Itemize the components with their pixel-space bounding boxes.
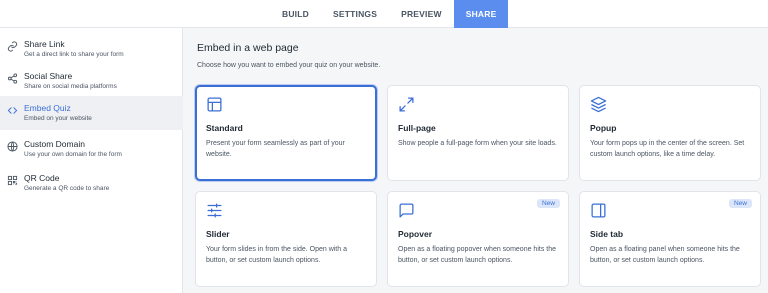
card-title: Popup [590, 123, 617, 133]
embed-option-popover[interactable]: New Popover Open as a floating popover w… [387, 191, 569, 287]
tab-share[interactable]: SHARE [453, 0, 509, 28]
sidebar-item-qr-code[interactable]: QR Code Generate a QR code to share [0, 166, 183, 200]
new-badge: New [728, 199, 752, 208]
layers-icon [590, 96, 607, 113]
sidebar-item-title: Embed Quiz [24, 103, 71, 113]
card-description: Present your form seamlessly as part of … [206, 140, 345, 158]
embed-option-slider[interactable]: Slider Your form slides in from the side… [195, 191, 377, 287]
card-title: Side tab [590, 229, 624, 239]
sidebar-item-subtitle: Embed on your website [24, 115, 92, 122]
sidebar-item-embed-quiz[interactable]: Embed Quiz Embed on your website [0, 96, 183, 130]
sidebar-item-social-share[interactable]: Social Share Share on social media platf… [0, 64, 183, 98]
card-title: Standard [206, 123, 243, 133]
page-subtitle: Choose how you want to embed your quiz o… [197, 62, 381, 69]
code-icon [7, 105, 18, 116]
embed-panel: Embed in a web page Choose how you want … [183, 28, 768, 293]
card-title: Popover [398, 229, 433, 239]
share-icon [7, 73, 18, 84]
sidebar-item-title: Custom Domain [24, 139, 85, 149]
expand-icon [398, 96, 415, 113]
card-title: Slider [206, 229, 230, 239]
sidebar-panel-icon [590, 202, 607, 219]
globe-icon [7, 141, 18, 152]
new-badge: New [536, 199, 560, 208]
card-description: Your form pops up in the center of the s… [590, 140, 745, 158]
top-navigation-bar: BUILD SETTINGS PREVIEW SHARE [0, 0, 768, 28]
embed-option-full-page[interactable]: Full-page Show people a full-page form w… [387, 85, 569, 181]
tab-settings[interactable]: SETTINGS [321, 0, 389, 28]
share-sidebar: Share Link Get a direct link to share yo… [0, 28, 183, 293]
sidebar-item-share-link[interactable]: Share Link Get a direct link to share yo… [0, 32, 183, 66]
layout-icon [206, 96, 223, 113]
qr-code-icon [7, 175, 18, 186]
card-description: Show people a full-page form when your s… [398, 140, 557, 147]
link-icon [7, 41, 18, 52]
sidebar-item-title: Social Share [24, 71, 73, 81]
tab-build[interactable]: BUILD [270, 0, 321, 28]
embed-option-popup[interactable]: Popup Your form pops up in the center of… [579, 85, 761, 181]
sidebar-item-subtitle: Use your own domain for the form [24, 151, 122, 158]
sidebar-item-title: Share Link [24, 39, 65, 49]
main-tabs: BUILD SETTINGS PREVIEW SHARE [270, 0, 509, 28]
sidebar-item-subtitle: Share on social media platforms [24, 83, 117, 90]
tab-preview[interactable]: PREVIEW [389, 0, 454, 28]
card-description: Your form slides in from the side. Open … [206, 246, 347, 264]
sliders-icon [206, 202, 223, 219]
sidebar-item-subtitle: Generate a QR code to share [24, 185, 110, 192]
card-title: Full-page [398, 123, 436, 133]
embed-option-standard[interactable]: Standard Present your form seamlessly as… [195, 85, 377, 181]
sidebar-item-custom-domain[interactable]: Custom Domain Use your own domain for th… [0, 132, 183, 166]
page-title: Embed in a web page [197, 42, 299, 54]
card-description: Open as a floating panel when someone hi… [590, 246, 740, 264]
message-square-icon [398, 202, 415, 219]
card-description: Open as a floating popover when someone … [398, 246, 556, 264]
embed-option-side-tab[interactable]: New Side tab Open as a floating panel wh… [579, 191, 761, 287]
sidebar-item-title: QR Code [24, 173, 60, 183]
sidebar-item-subtitle: Get a direct link to share your form [24, 51, 124, 58]
